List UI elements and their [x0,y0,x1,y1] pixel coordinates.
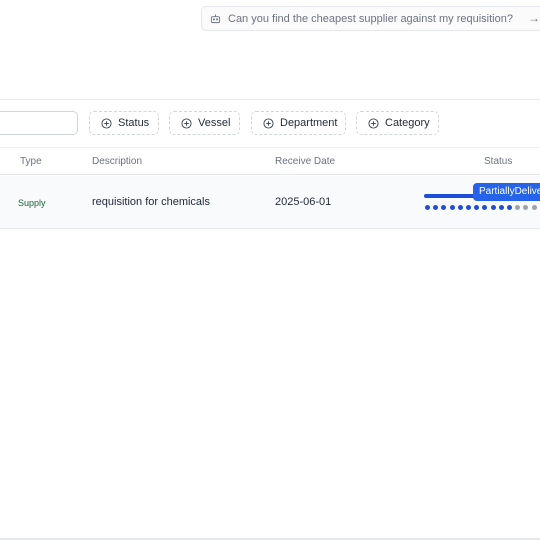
ai-assistant-input[interactable]: Can you find the cheapest supplier again… [201,6,540,31]
plus-circle-icon [368,117,379,129]
plus-circle-icon [263,117,274,129]
status-filter-label: Status [118,117,150,129]
progress-step-dot [457,205,463,210]
vessel-filter-label: Vessel [198,117,231,129]
type-cell: Supply [18,198,46,208]
department-filter-label: Department [280,117,338,129]
table-header: Type Description Receive Date Status [0,147,540,175]
column-header-type[interactable]: Type [20,156,42,167]
arrow-right-icon[interactable]: → [528,11,540,25]
column-header-status[interactable]: Status [484,156,512,167]
progress-step-dot [425,205,430,210]
ai-assistant-placeholder: Can you find the cheapest supplier again… [228,12,513,25]
plus-circle-icon [181,117,192,129]
progress-step-dot [507,205,512,210]
department-filter-button[interactable]: Department [251,111,346,135]
progress-step-dot [490,205,496,210]
description-cell: requisition for chemicals [92,196,210,208]
bot-icon [210,13,222,25]
status-badge[interactable]: PartiallyDelivered [473,183,540,201]
category-filter-button[interactable]: Category [356,111,439,135]
progress-step-dot [466,205,471,210]
progress-step-dot [531,205,537,210]
table-row[interactable]: Supply requisition for chemicals 2025-06… [0,176,540,229]
search-input[interactable] [0,111,78,135]
status-filter-button[interactable]: Status [89,111,159,135]
receive-date-cell: 2025-06-01 [275,196,332,208]
column-header-receive-date[interactable]: Receive Date [275,156,335,167]
toolbar-divider [0,99,540,100]
progress-step-dot [498,205,504,210]
column-header-description[interactable]: Description [92,156,142,167]
plus-circle-icon [101,117,112,129]
vessel-filter-button[interactable]: Vessel [169,111,240,135]
progress-step-dot [449,205,455,210]
requisitions-page: Can you find the cheapest supplier again… [0,0,540,540]
category-filter-label: Category [385,117,430,129]
